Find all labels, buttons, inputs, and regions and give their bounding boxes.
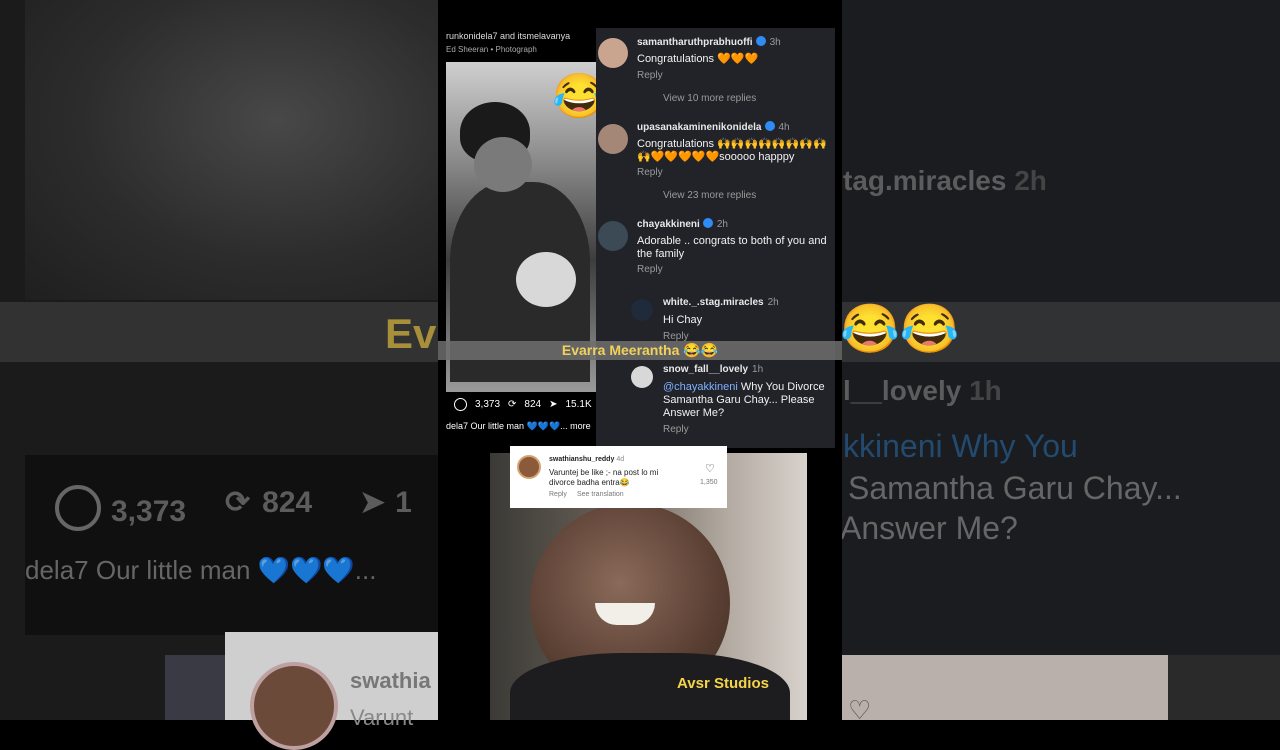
comment-username-text: snow_fall__lovely (663, 364, 749, 375)
background-stat-comments-value: 3,373 (111, 495, 187, 528)
reply-button[interactable]: Reply (637, 264, 663, 275)
post-author[interactable]: runkonidela7 and itsmelavanya (446, 31, 570, 41)
overlay-caption: Evarra Meerantha 😂😂 (561, 342, 719, 358)
heart-icon[interactable]: ♡ (705, 462, 715, 475)
background-name-1: tag.miracles 2h (843, 165, 1047, 197)
comment-text: Adorable .. congrats to both of you and … (637, 235, 827, 260)
comment-time: 1h (752, 364, 764, 375)
comment-username-text: white._.stag.miracles (663, 297, 764, 308)
watermark: Avsr Studios (677, 675, 769, 692)
repost-icon: ⟳ (225, 486, 251, 519)
ig-comment-username-text: swathianshu_reddy (549, 456, 615, 463)
background-right-card (840, 655, 1168, 720)
background-text-1-inner: kkineni Why You (843, 428, 1078, 464)
comment-text: Congratulations 🙌🙌🙌🙌🙌🙌🙌🙌🙌🧡🧡🧡🧡🧡sooooo hap… (637, 138, 827, 163)
background-name-2-text: l__lovely (843, 375, 962, 406)
photo-baby (516, 252, 576, 307)
comment-username[interactable]: snow_fall__lovely 1h (663, 364, 763, 375)
background-stat-shares-value: 1 (395, 486, 412, 519)
see-translation-button[interactable]: See translation (577, 491, 624, 498)
repost-count: 824 (524, 399, 542, 410)
background-card-text: Varunt (350, 705, 414, 730)
reply-button[interactable]: Reply (637, 70, 663, 81)
view-more-replies[interactable]: View 10 more replies (663, 93, 756, 104)
verified-icon (702, 218, 713, 228)
comment-time: 2h (716, 219, 728, 230)
comment-username[interactable]: upasanakaminenikonidela 4h (637, 121, 790, 133)
comment-icon[interactable] (454, 398, 467, 411)
comment-text: Congratulations 🧡🧡🧡 (637, 53, 759, 65)
ig-comment-text: Varuntej be like ;- na post lo mi divorc… (549, 468, 659, 487)
background-avatar (250, 662, 338, 750)
share-count: 15.1K (565, 399, 592, 410)
heart-icon: ♡ (848, 695, 872, 725)
photo-face (474, 137, 532, 192)
background-text-3: Answer Me? (840, 510, 1018, 546)
background-right-strip (1168, 655, 1280, 720)
ig-reply-button[interactable]: Reply (549, 491, 567, 498)
verified-icon (764, 121, 775, 131)
comment-text: Hi Chay (663, 314, 703, 326)
comment-icon (55, 485, 101, 531)
mention-link[interactable]: @chayakkineni (663, 381, 738, 393)
background-band-text: Ev (385, 310, 437, 357)
ig-like-count: 1,350 (700, 479, 718, 486)
reply-button[interactable]: Reply (637, 167, 663, 178)
background-name-2: l__lovely 1h (843, 375, 1002, 407)
background-image-strip (165, 655, 225, 720)
verified-icon (755, 36, 766, 46)
avatar[interactable] (598, 124, 628, 154)
post-caption[interactable]: dela7 Our little man 💙💙💙... more (446, 421, 591, 432)
comment-username[interactable]: white._.stag.miracles 2h (663, 297, 779, 308)
comment-username[interactable]: chayakkineni 2h (637, 218, 728, 230)
background-photo (25, 0, 445, 300)
background-post-footer (25, 455, 440, 635)
reply-button[interactable]: Reply (663, 424, 689, 435)
comment-username-text: chayakkineni (637, 219, 700, 230)
background-time-1: 2h (1014, 165, 1047, 196)
post-stats: 3,373 ⟳ 824 ➤ 15.1K (454, 398, 592, 411)
avatar[interactable] (598, 38, 628, 68)
comment-time: 4h (778, 122, 790, 133)
background-stat-shares: ➤ 1 (360, 485, 412, 520)
background-stat-reposts: ⟳ 824 (225, 485, 312, 520)
view-more-replies[interactable]: View 23 more replies (663, 190, 756, 201)
avatar[interactable] (631, 299, 653, 321)
comment-time: 3h (769, 37, 781, 48)
background-stat-comments: 3,373 (55, 485, 186, 531)
repost-icon[interactable]: ⟳ (508, 399, 516, 410)
comment-username-text: upasanakaminenikonidela (637, 122, 762, 133)
avatar[interactable] (598, 221, 628, 251)
share-icon[interactable]: ➤ (549, 399, 557, 410)
ig-comment-time: 4d (616, 456, 625, 463)
background-name-1-text: tag.miracles (843, 165, 1007, 196)
background-time-2: 1h (969, 375, 1002, 406)
post-music[interactable]: Ed Sheeran • Photograph (446, 45, 537, 54)
comment-username[interactable]: samantharuthprabhuoffi 3h (637, 36, 781, 48)
share-icon: ➤ (360, 486, 386, 519)
comment-text: @chayakkineni Why You Divorce Samantha G… (663, 381, 831, 420)
instagram-comment-card: swathianshu_reddy 4d Varuntej be like ;-… (510, 446, 727, 508)
ig-comment-username[interactable]: swathianshu_reddy 4d (549, 456, 624, 463)
background-text-1: kkineni Why You (843, 428, 1078, 465)
comment-username-text: samantharuthprabhuoffi (637, 37, 753, 48)
background-text-2: Samantha Garu Chay... (848, 470, 1182, 506)
avatar[interactable] (517, 455, 541, 479)
comment-time: 2h (767, 297, 779, 308)
background-band-emoji: 😂😂 (840, 303, 960, 356)
background-stat-reposts-value: 824 (262, 486, 313, 519)
background-caption: dela7 Our little man 💙💙💙... (25, 555, 377, 585)
background-card-name: swathia (350, 668, 431, 693)
avatar[interactable] (631, 366, 653, 388)
comment-count: 3,373 (475, 399, 501, 410)
